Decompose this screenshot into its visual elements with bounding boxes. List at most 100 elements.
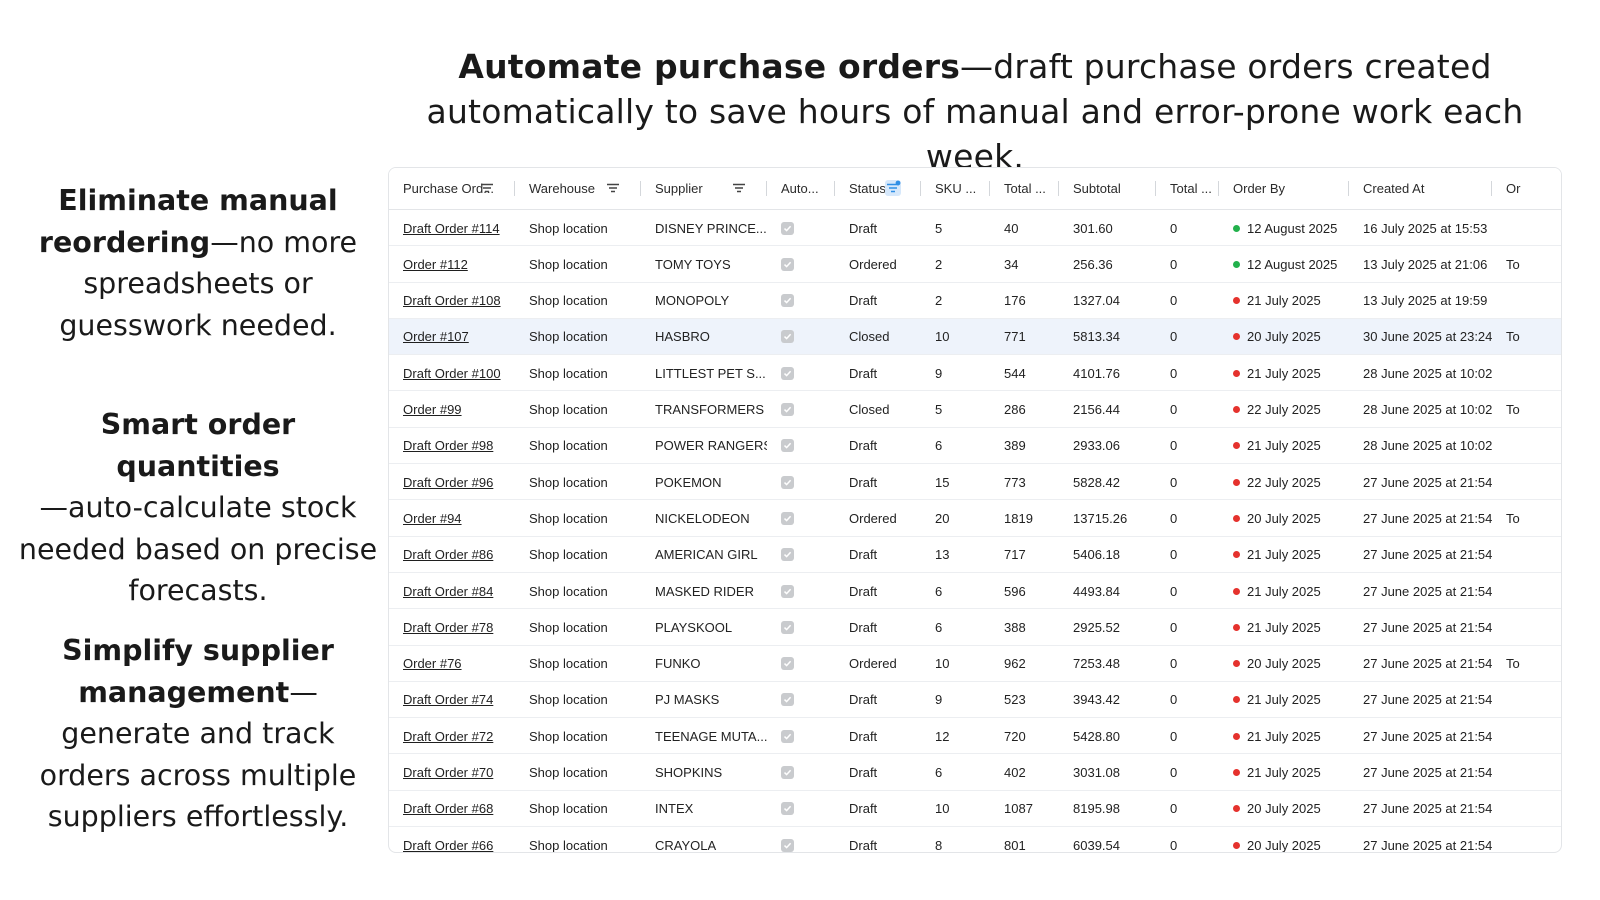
order-link[interactable]: Draft Order #84 [389,573,515,609]
filter-icon[interactable] [605,180,621,196]
supplier-cell: DISNEY PRINCE... [655,220,767,236]
status-cell: Draft [849,619,878,635]
table-row[interactable]: Order #76 Shop location FUNKO Ordered 10 962 7… [389,646,1561,682]
checkbox-icon[interactable] [781,584,794,598]
purchase-order-link[interactable]: Draft Order #68 [403,801,493,816]
purchase-order-link[interactable]: Order #94 [403,511,462,526]
checkbox-icon[interactable] [781,802,794,816]
table-row[interactable]: Draft Order #86 Shop location AMERICAN GIR… [389,537,1561,573]
checkbox-icon[interactable] [781,403,794,416]
filter-icon[interactable] [731,180,747,196]
filter-icon[interactable] [479,180,495,196]
order-link[interactable]: Draft Order #96 [389,464,515,500]
checkbox-icon[interactable] [781,221,794,235]
checkbox-icon[interactable] [781,620,794,634]
purchase-order-link[interactable]: Draft Order #114 [403,221,500,236]
table-row[interactable]: Draft Order #84 Shop location MASKED RIDER… [389,573,1561,610]
table-row[interactable]: Draft Order #100 Shop location LITTLEST PE… [389,355,1561,392]
col-sku-header[interactable]: SKU ... [921,168,990,209]
table-row[interactable]: Draft Order #78 Shop location PLAYSKOOL Dra… [389,609,1561,646]
purchase-order-link[interactable]: Draft Order #70 [403,765,493,780]
order-link[interactable]: Draft Order #68 [389,791,515,827]
col-subtotal-header[interactable]: Subtotal [1059,168,1156,209]
extra-cell: To [1506,510,1520,526]
order-link[interactable]: Draft Order #100 [389,355,515,391]
table-row[interactable]: Draft Order #74 Shop location PJ MASKS Draf… [389,682,1561,719]
purchase-order-link[interactable]: Draft Order #86 [403,547,493,562]
table-row[interactable]: Draft Order #96 Shop location POKEMON Draft… [389,464,1561,501]
status-cell: Closed [849,402,890,417]
checkbox-icon[interactable] [781,257,794,271]
checkbox-icon[interactable] [781,693,794,707]
checkbox-icon[interactable] [781,366,794,380]
checkbox-icon[interactable] [781,511,794,525]
col-supplier-header[interactable]: Supplier [641,168,767,209]
order-link[interactable]: Draft Order #114 [389,210,515,246]
order-link[interactable]: Draft Order #86 [389,537,515,573]
purchase-order-link[interactable]: Draft Order #78 [403,620,493,635]
checkbox-icon[interactable] [781,294,794,308]
status-dot-icon [1233,769,1240,776]
table-row[interactable]: Order #94 Shop location NICKELODEON Ordered… [389,500,1561,537]
table-row[interactable]: Draft Order #114 Shop location DISNEY PRIN… [389,210,1561,247]
purchase-order-link[interactable]: Draft Order #100 [403,366,501,381]
checkbox-icon[interactable] [781,729,794,743]
col-purchase-order-header[interactable]: Purchase Ord... [389,168,515,209]
table-row[interactable]: Draft Order #108 Shop location MONOPOLY Dra… [389,283,1561,319]
order-link[interactable]: Draft Order #70 [389,755,515,791]
sku-count-cell: 6 [935,438,943,454]
checkbox-icon[interactable] [781,548,794,562]
col-order-by-header[interactable]: Order By [1219,168,1349,209]
purchase-order-link[interactable]: Draft Order #66 [403,838,493,852]
col-auto-header[interactable]: Auto... [767,168,835,209]
filter-icon[interactable] [885,180,901,196]
sku-count-cell: 20 [935,510,950,526]
purchase-order-link[interactable]: Order #76 [403,656,462,671]
order-link[interactable]: Draft Order #78 [389,609,515,645]
warehouse-cell: Shop location [529,293,608,309]
table-row[interactable]: Draft Order #70 Shop location SHOPKINS Draf… [389,755,1561,791]
purchase-order-link[interactable]: Order #107 [403,329,469,344]
col-status-header[interactable]: Status [835,168,921,209]
order-link[interactable]: Order #99 [389,392,515,428]
order-link[interactable]: Order #94 [389,500,515,536]
col-total-qty-header[interactable]: Total ... [990,168,1059,209]
order-by-cell: 21 July 2025 [1219,355,1349,391]
checkbox-icon[interactable] [781,766,794,779]
order-link[interactable]: Draft Order #66 [389,827,515,852]
table-row[interactable]: Order #112 Shop location TOMY TOYS Ordered 2… [389,246,1561,283]
col-warehouse-header[interactable]: Warehouse [515,168,641,209]
order-link[interactable]: Draft Order #108 [389,283,515,319]
purchase-order-link[interactable]: Draft Order #108 [403,293,501,308]
purchase-order-link[interactable]: Draft Order #98 [403,438,493,453]
table-row[interactable]: Draft Order #98 Shop location POWER RANGER… [389,428,1561,465]
purchase-order-link[interactable]: Draft Order #74 [403,692,493,707]
table-row[interactable]: Draft Order #66 Shop location CRAYOLA Draft… [389,827,1561,852]
checkbox-icon[interactable] [781,838,794,852]
purchase-order-link[interactable]: Draft Order #96 [403,475,493,490]
checkbox-icon[interactable] [781,330,794,344]
order-link[interactable]: Draft Order #98 [389,428,515,464]
order-by-date: 21 July 2025 [1247,619,1321,635]
col-total-header[interactable]: Total ... [1156,168,1219,209]
table-row[interactable]: Draft Order #68 Shop location INTEX Draft 10… [389,791,1561,828]
order-link[interactable]: Order #112 [389,246,515,282]
table-row[interactable]: Order #107 Shop location HASBRO Closed 10 771… [389,318,1561,356]
auto-checkbox [767,573,835,609]
purchase-order-link[interactable]: Draft Order #84 [403,584,493,599]
checkbox-icon[interactable] [781,657,794,671]
order-link[interactable]: Order #76 [389,646,515,682]
order-link[interactable]: Order #107 [389,319,515,355]
purchase-order-link[interactable]: Order #112 [403,257,468,272]
order-link[interactable]: Draft Order #74 [389,682,515,718]
col-created-at-header[interactable]: Created At [1349,168,1492,209]
table-row[interactable]: Draft Order #72 Shop location TEENAGE MUTA… [389,718,1561,755]
status-dot-icon [1233,696,1240,704]
col-order-extra-header[interactable]: Or [1492,168,1561,209]
checkbox-icon[interactable] [781,439,794,453]
purchase-order-link[interactable]: Draft Order #72 [403,729,493,744]
table-row[interactable]: Order #99 Shop location TRANSFORMERS Closed… [389,392,1561,428]
checkbox-icon[interactable] [781,475,794,489]
purchase-order-link[interactable]: Order #99 [403,402,462,417]
order-link[interactable]: Draft Order #72 [389,718,515,754]
